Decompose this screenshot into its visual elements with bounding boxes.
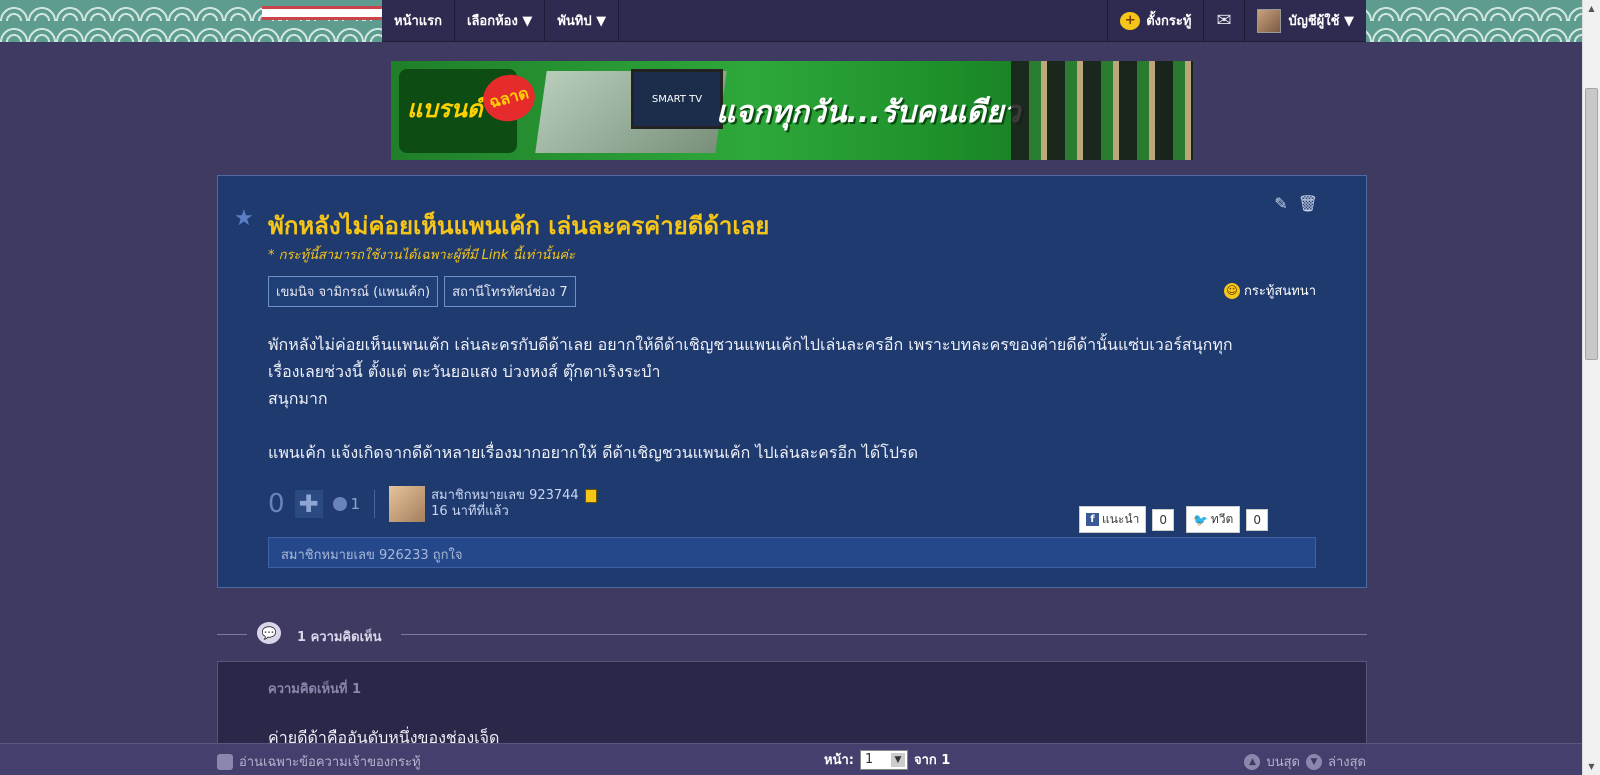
- page-select[interactable]: 1 ▼: [859, 749, 908, 770]
- nav-home[interactable]: หน้าแรก: [382, 0, 455, 42]
- bottom-toolbar: อ่านเฉพาะข้อความเจ้าของกระทู้ หน้า: 1 ▼ …: [0, 743, 1582, 775]
- emotion-count[interactable]: 1: [332, 495, 361, 513]
- scroll-up-arrow-icon[interactable]: ▲: [1583, 0, 1600, 17]
- banner-people-image: [1011, 61, 1193, 160]
- twitter-bird-icon: 🐦: [1192, 512, 1208, 527]
- body-line: พักหลังไม่ค่อยเห็นแพนเค้ก เล่นละครกับดีด…: [268, 335, 1233, 354]
- page-select-value: 1: [864, 752, 874, 767]
- arrow-down-icon[interactable]: ▼: [1306, 753, 1322, 770]
- page-of-label: จาก 1: [913, 753, 951, 768]
- vote-separator: [374, 490, 376, 518]
- body-line: [268, 412, 1328, 439]
- top-navbar: หน้าแรก เลือกห้อง ▼ พันทิป ▼ + ตั้งกระทู…: [382, 0, 1366, 42]
- scroll-down-arrow-icon[interactable]: ▼: [1583, 758, 1600, 775]
- banner-tv-image: SMART TV: [631, 69, 723, 129]
- mail-icon: ✉: [1216, 10, 1232, 31]
- person-icon: [217, 753, 233, 770]
- vote-row: 0 ✚ 1 สมาชิกหมายเลข 923744 16 นาทีที่แล้…: [268, 486, 597, 522]
- author-avatar[interactable]: [389, 486, 426, 522]
- comments-divider: 💬 1 ความคิดเห็น: [217, 620, 1367, 650]
- banner-headline: แจกทุกวัน...รับคนเดียว: [716, 95, 1021, 130]
- page-label: หน้า:: [824, 753, 854, 768]
- emotion-face-icon: [332, 497, 347, 511]
- chat-face-icon: ☺: [1224, 282, 1241, 299]
- comment-count: 1 ความคิดเห็น: [297, 630, 382, 645]
- liked-by-text[interactable]: สมาชิกหมายเลข 926233 ถูกใจ: [281, 548, 462, 563]
- tweet-button[interactable]: 🐦 ทวีต: [1185, 506, 1241, 533]
- new-topic-label: ตั้งกระทู้: [1146, 14, 1192, 29]
- author-name-row: สมาชิกหมายเลข 923744: [431, 488, 597, 504]
- topic-tags: เขมนิจ จามิกรณ์ (แพนเค้ก) สถานีโทรทัศน์ช…: [268, 276, 576, 307]
- member-badge-icon: [584, 489, 597, 503]
- scroll-jump-controls: ▲ บนสุด ▼ ล่างสุด: [1244, 751, 1366, 772]
- scroll-thumb[interactable]: [1585, 88, 1598, 360]
- facebook-label: แนะนำ: [1101, 512, 1140, 526]
- tag-item[interactable]: เขมนิจ จามิกรณ์ (แพนเค้ก): [268, 276, 439, 307]
- body-line: แพนเค้ก แจ้งเกิดจากดีด้าหลายเรื่องมากอยา…: [268, 443, 919, 462]
- author-name[interactable]: สมาชิกหมายเลข 923744: [431, 488, 579, 504]
- vote-plus-button[interactable]: ✚: [294, 490, 323, 518]
- comment-bubble-icon: 💬: [257, 622, 281, 644]
- body-line: เรื่องเลยช่วงนี้ ตั้งแต่ ตะวันยอแสง บ่วง…: [268, 362, 661, 381]
- topic-note: * กระทู้นี้สามารถใช้งานได้เฉพาะผู้ที่มี …: [268, 248, 576, 263]
- topic-post: ★ พักหลังไม่ค่อยเห็นแพนเค้ก เล่นละครค่าย…: [217, 175, 1367, 588]
- social-buttons: f แนะนำ 0 🐦 ทวีต 0: [1078, 506, 1274, 533]
- topic-body: พักหลังไม่ค่อยเห็นแพนเค้ก เล่นละครกับดีด…: [268, 331, 1328, 466]
- site-logo[interactable]: [262, 6, 382, 20]
- user-avatar: [1256, 8, 1281, 33]
- edit-pencil-icon[interactable]: ✎: [1274, 194, 1287, 213]
- facebook-count: 0: [1152, 508, 1174, 531]
- new-topic-button[interactable]: + ตั้งกระทู้: [1107, 0, 1203, 42]
- new-topic-icon: +: [1120, 11, 1141, 30]
- nav-pantip[interactable]: พันทิป ▼: [545, 0, 620, 42]
- topic-title: พักหลังไม่ค่อยเห็นแพนเค้ก เล่นละครค่ายดี…: [268, 212, 770, 240]
- favorite-star-icon[interactable]: ★: [234, 206, 254, 231]
- chevron-down-icon: ▼: [890, 752, 905, 767]
- liked-by-bar: สมาชิกหมายเลข 926233 ถูกใจ: [268, 537, 1316, 568]
- ad-banner[interactable]: แบรนด์ ฉลาด SMART TV แจกทุกวัน...รับคนเด…: [391, 61, 1193, 160]
- tag-item[interactable]: สถานีโทรทัศน์ช่อง 7: [444, 276, 576, 307]
- emotion-count-value: 1: [350, 495, 361, 513]
- tweet-label: ทวีต: [1210, 512, 1234, 526]
- topic-type-label: กระทู้สนทนา: [1244, 284, 1316, 299]
- comment-number: ความคิดเห็นที่ 1: [268, 682, 362, 697]
- account-menu[interactable]: บัญชีผู้ใช้ ▼: [1243, 0, 1366, 42]
- owner-only-toggle[interactable]: อ่านเฉพาะข้อความเจ้าของกระทู้: [217, 751, 421, 772]
- account-label: บัญชีผู้ใช้ ▼: [1288, 14, 1354, 29]
- facebook-icon: f: [1085, 513, 1099, 526]
- banner-brand-text: แบรนด์: [407, 95, 483, 123]
- delete-trash-icon[interactable]: 🗑: [1298, 194, 1318, 213]
- topic-type: ☺ กระทู้สนทนา: [1224, 280, 1316, 301]
- author-info: สมาชิกหมายเลข 923744 16 นาทีที่แล้ว: [431, 488, 597, 520]
- nav-choose-room[interactable]: เลือกห้อง ▼: [455, 0, 546, 42]
- body-line: สนุกมาก: [268, 389, 328, 408]
- tweet-count: 0: [1246, 508, 1268, 531]
- divider-line: [401, 634, 1367, 635]
- page-scrollbar[interactable]: ▲ ▼: [1582, 0, 1600, 775]
- scroll-bottom-link[interactable]: ล่างสุด: [1328, 751, 1366, 772]
- post-time: 16 นาทีที่แล้ว: [431, 504, 509, 519]
- pagination: หน้า: 1 ▼ จาก 1: [824, 749, 950, 770]
- divider-line: [217, 634, 247, 635]
- owner-only-label: อ่านเฉพาะข้อความเจ้าของกระทู้: [239, 755, 421, 770]
- arrow-up-icon[interactable]: ▲: [1244, 753, 1261, 770]
- post-actions: ✎ 🗑: [1274, 194, 1318, 213]
- facebook-recommend-button[interactable]: f แนะนำ: [1078, 506, 1147, 533]
- vote-count: 0: [268, 489, 285, 519]
- messages-button[interactable]: ✉: [1203, 0, 1243, 42]
- scroll-top-link[interactable]: บนสุด: [1266, 751, 1300, 772]
